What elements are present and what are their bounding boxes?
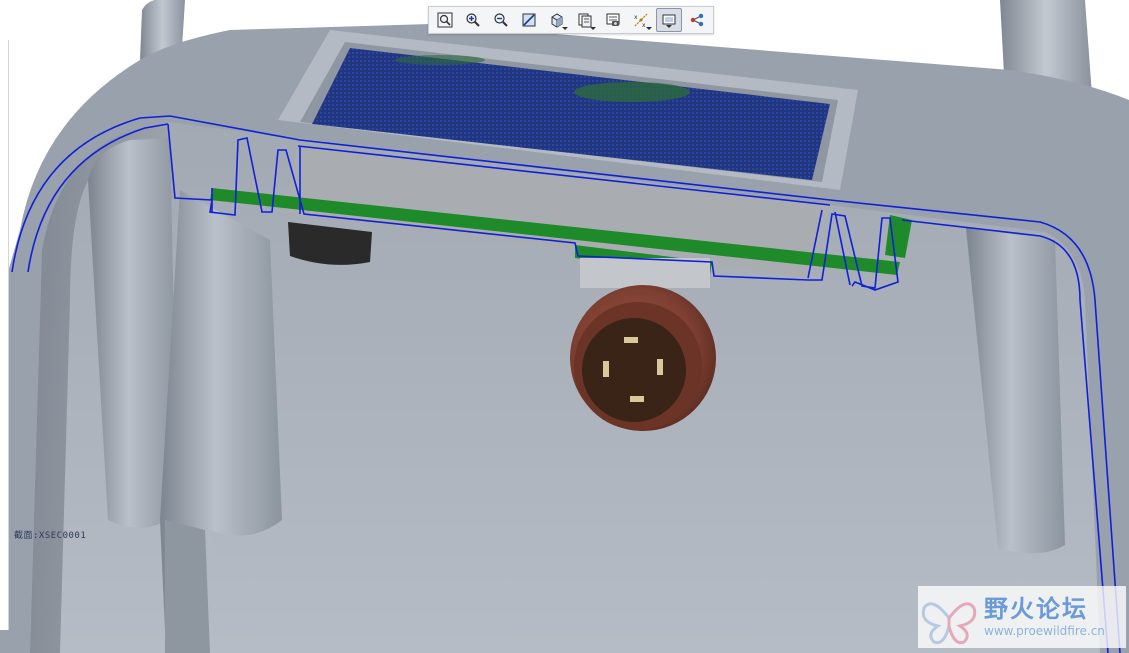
zoom-out-button[interactable] — [488, 8, 514, 32]
dropdown-caret-icon — [646, 27, 652, 30]
post-left-base — [165, 520, 210, 653]
watermark: 野火论坛 www.proewildfire.cn — [918, 586, 1126, 648]
pin-left — [603, 361, 609, 377]
lcd-highlight-2 — [395, 55, 485, 65]
zoom-in-button[interactable] — [460, 8, 486, 32]
zoom-fit-icon — [437, 12, 453, 28]
zoom-out-icon — [494, 13, 508, 27]
dropdown-caret-icon — [562, 27, 568, 30]
round-connector-face — [582, 318, 686, 422]
lcd-highlight — [574, 82, 690, 102]
model-graphics[interactable] — [0, 0, 1129, 653]
saved-views-button[interactable] — [572, 8, 598, 32]
section-view-icon — [662, 14, 676, 28]
left-panel-edge — [0, 40, 9, 630]
repaint-button[interactable] — [516, 8, 542, 32]
display-style-button[interactable] — [544, 8, 570, 32]
datum-display-icon: x x — [634, 13, 648, 28]
pin-bottom — [630, 396, 644, 402]
datum-display-button[interactable]: x x — [628, 8, 654, 32]
section-label: 截面:XSEC0001 — [14, 531, 87, 541]
annotation-display-button[interactable] — [684, 8, 710, 32]
saved-views-icon — [578, 13, 592, 28]
refit-button[interactable] — [432, 8, 458, 32]
model-viewport[interactable] — [0, 0, 1129, 653]
watermark-name: 野火论坛 — [984, 595, 1088, 623]
pin-top — [624, 337, 638, 343]
network-icon — [690, 13, 704, 27]
view-toolbar: x x — [428, 6, 714, 34]
shaded-cube-icon — [551, 13, 563, 28]
pin-right — [657, 359, 663, 375]
view-manager-button[interactable] — [600, 8, 626, 32]
connector-housing — [580, 258, 710, 288]
butterfly-logo-icon — [921, 602, 977, 645]
svg-text:x: x — [634, 14, 638, 21]
dropdown-caret-icon — [590, 27, 596, 30]
zoom-in-icon — [466, 13, 480, 27]
view-manager-icon — [606, 13, 620, 26]
section-view-button[interactable] — [656, 8, 682, 32]
repaint-icon — [522, 13, 536, 27]
watermark-url: www.proewildfire.cn — [984, 624, 1105, 638]
